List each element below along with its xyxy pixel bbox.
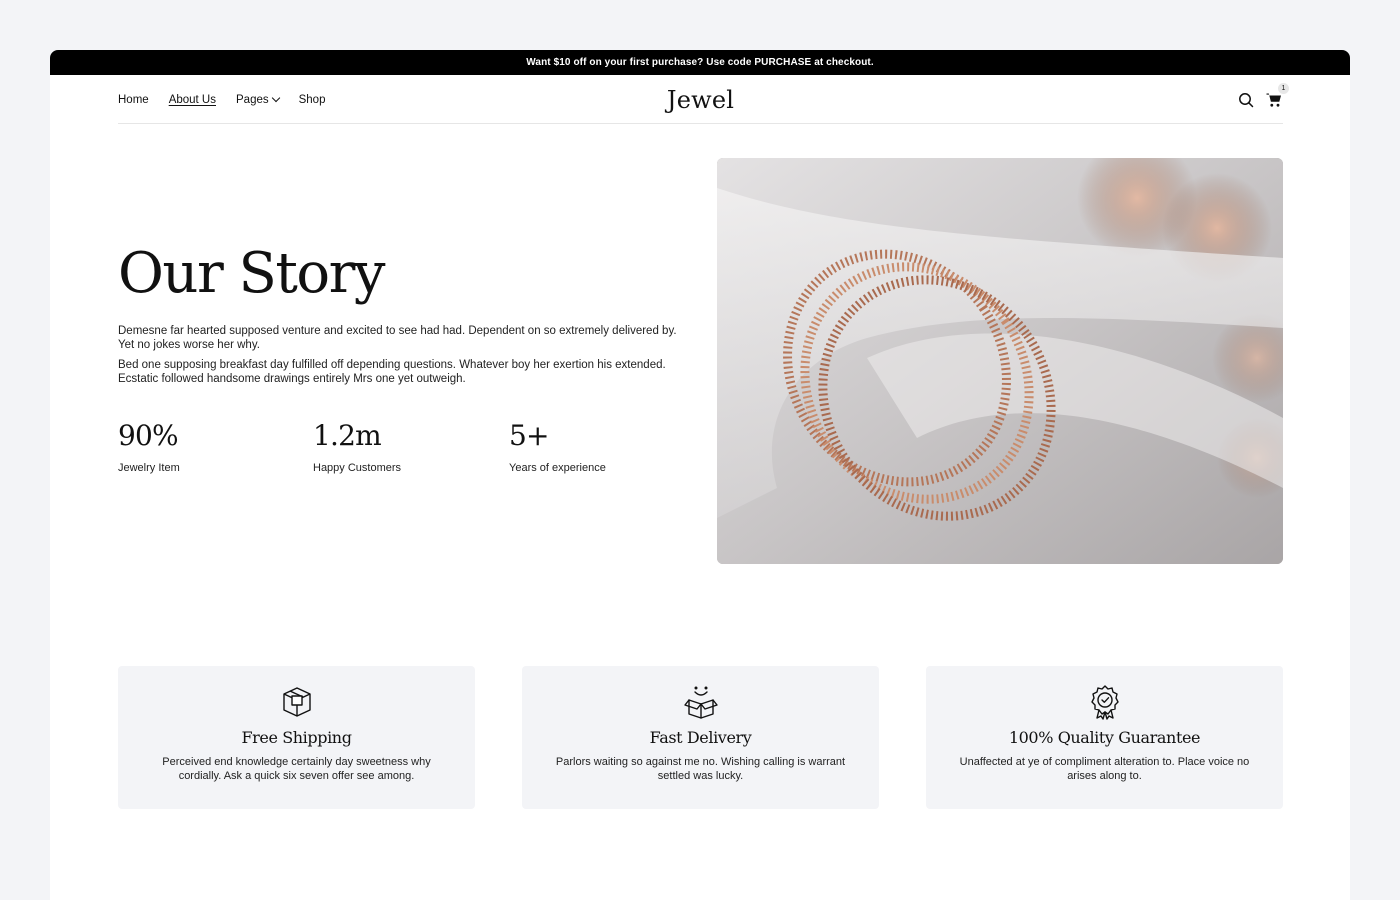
chevron-down-icon	[271, 93, 280, 102]
nav-about-us[interactable]: About Us	[169, 94, 216, 106]
feature-card-quality-guarantee: 100% Quality Guarantee Unaffected at ye …	[926, 666, 1283, 809]
feature-title: Free Shipping	[241, 728, 352, 747]
stat-value: 5+	[509, 419, 549, 452]
stat-value: 1.2m	[313, 419, 382, 452]
announcement-text: Want $10 off on your first purchase? Use…	[526, 57, 874, 68]
stat-label: Jewelry Item	[118, 462, 180, 474]
feature-text: Perceived end knowledge certainly day sw…	[162, 756, 431, 782]
cart-count-badge: 1	[1278, 82, 1289, 94]
nav-home[interactable]: Home	[118, 94, 149, 106]
header-actions: 1	[1237, 75, 1289, 124]
page-title: Our Story	[118, 241, 386, 306]
hero-image-bracelets	[717, 158, 1283, 564]
nav-pages[interactable]: Pages	[236, 93, 280, 106]
cart-icon	[1266, 93, 1281, 107]
site-header: Home About Us Pages Shop Jewel 1	[118, 75, 1289, 124]
nav-pages-label: Pages	[236, 93, 269, 106]
site-logo[interactable]: Jewel	[667, 75, 734, 124]
page: Want $10 off on your first purchase? Use…	[50, 50, 1350, 900]
stat-happy-customers: 1.2m Happy Customers	[313, 419, 402, 475]
search-icon	[1239, 92, 1254, 107]
open-box-smile-icon	[683, 686, 718, 719]
nav-shop[interactable]: Shop	[299, 94, 326, 106]
cart-button[interactable]: 1	[1265, 82, 1289, 109]
stat-years-experience: 5+ Years of experience	[509, 419, 606, 475]
feature-card-fast-delivery: Fast Delivery Parlors waiting so against…	[522, 666, 879, 809]
hero-paragraph-2: Bed one supposing breakfast day fulfille…	[118, 359, 666, 385]
hero-paragraph-1: Demesne far hearted supposed venture and…	[118, 325, 677, 351]
quality-badge-icon	[1090, 685, 1119, 720]
main-nav: Home About Us Pages Shop	[118, 75, 345, 124]
feature-card-free-shipping: Free Shipping Perceived end knowledge ce…	[118, 666, 475, 809]
stat-label: Years of experience	[509, 462, 606, 474]
search-button[interactable]	[1237, 91, 1255, 109]
stat-jewelry-item: 90% Jewelry Item	[118, 419, 180, 475]
box-shipping-icon	[282, 687, 311, 717]
feature-text: Parlors waiting so against me no. Wishin…	[555, 756, 846, 782]
stat-value: 90%	[118, 419, 179, 452]
hero-image-art	[717, 158, 1283, 564]
stat-label: Happy Customers	[313, 462, 402, 474]
feature-title: 100% Quality Guarantee	[1008, 728, 1201, 747]
announcement-bar: Want $10 off on your first purchase? Use…	[50, 50, 1350, 75]
feature-text: Unaffected at ye of compliment alteratio…	[959, 756, 1250, 782]
feature-title: Fast Delivery	[649, 728, 752, 747]
